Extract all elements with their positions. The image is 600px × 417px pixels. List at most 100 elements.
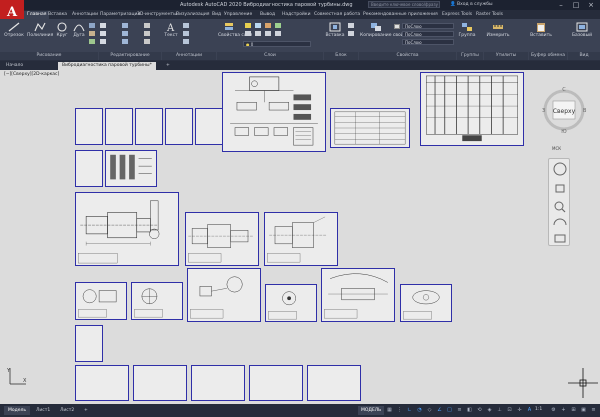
dynamic-ucs-icon[interactable]: ⊥: [496, 407, 503, 414]
base-view-button[interactable]: Базовый: [570, 22, 594, 38]
layout1-tab[interactable]: Лист1: [32, 406, 54, 415]
lineweight-dropdown[interactable]: ПоСлою: [402, 39, 454, 45]
rotate-icon[interactable]: [122, 23, 128, 28]
linetype-dropdown[interactable]: ПоСлою: [402, 31, 454, 37]
clean-screen-icon[interactable]: ▣: [580, 407, 587, 414]
array-icon[interactable]: [144, 39, 150, 44]
arc-button[interactable]: Дуга: [71, 22, 87, 38]
tab-parametric[interactable]: Параметризация: [100, 11, 140, 19]
drawing-sheet[interactable]: [249, 365, 303, 401]
search-input[interactable]: Введите ключевое слово/фразу: [368, 1, 440, 8]
drawing-sheet[interactable]: [75, 325, 103, 362]
panel-label-clipboard[interactable]: Буфер обмена: [529, 52, 567, 60]
move-icon[interactable]: [100, 23, 106, 28]
lineweight-icon[interactable]: ≡: [456, 407, 463, 414]
panel-label-annotation[interactable]: Аннотации: [162, 52, 216, 60]
tab-3d-tools[interactable]: 3D-инструменты: [137, 11, 177, 19]
steering-wheel-icon[interactable]: [553, 162, 567, 176]
customization-icon[interactable]: ≡: [590, 407, 597, 414]
tab-express-tools[interactable]: Express Tools: [442, 11, 472, 19]
model-tab[interactable]: Модель: [4, 406, 31, 415]
fillet-icon[interactable]: [144, 31, 150, 36]
panel-label-block[interactable]: Блок: [324, 52, 358, 60]
drawing-sheet[interactable]: [330, 108, 410, 148]
layer-on-icon[interactable]: [245, 23, 251, 28]
drawing-sheet[interactable]: [400, 284, 452, 322]
tab-addins[interactable]: Надстройки: [282, 11, 311, 19]
model-space-toggle[interactable]: МОДЕЛЬ: [358, 406, 385, 415]
text-button[interactable]: A Текст: [163, 22, 179, 38]
ortho-icon[interactable]: ∟: [406, 407, 413, 414]
panel-label-utilities[interactable]: Утилиты: [484, 52, 528, 60]
rectangle-icon[interactable]: [89, 23, 95, 28]
zoom-icon[interactable]: [554, 201, 564, 211]
hatch-icon[interactable]: [89, 31, 95, 36]
drawing-sheet[interactable]: [75, 282, 127, 320]
scale-icon[interactable]: [122, 39, 128, 44]
new-layout-tab[interactable]: +: [80, 406, 92, 415]
showmotion-icon[interactable]: [554, 234, 566, 243]
transparency-icon[interactable]: ◧: [466, 407, 473, 414]
tab-home[interactable]: Главная: [24, 11, 50, 19]
annotation-scale[interactable]: 1:1: [535, 407, 542, 412]
panel-label-properties[interactable]: Свойства: [359, 52, 456, 60]
layout2-tab[interactable]: Лист2: [56, 406, 78, 415]
start-tab[interactable]: Начало: [2, 62, 27, 70]
tab-featured-apps[interactable]: Рекомендованные приложения: [363, 11, 438, 19]
drawing-sheet[interactable]: [187, 268, 261, 322]
drawing-canvas[interactable]: [−][Сверху][2D-каркас] Сверху С Ю З В МС…: [0, 70, 600, 404]
snap-icon[interactable]: ⋮: [396, 407, 403, 414]
create-block-icon[interactable]: [348, 23, 354, 28]
panel-label-draw[interactable]: Рисование: [0, 52, 98, 60]
leader-icon[interactable]: [183, 31, 189, 36]
edit-block-icon[interactable]: [348, 31, 354, 36]
tab-output[interactable]: Вывод: [260, 11, 275, 19]
drawing-sheet[interactable]: [75, 108, 103, 145]
selection-filter-icon[interactable]: ⊡: [506, 407, 513, 414]
sign-in-link[interactable]: 👤 Вход в службы: [450, 2, 493, 7]
drawing-sheet[interactable]: [420, 72, 524, 146]
drawing-sheet[interactable]: [265, 284, 317, 322]
compass-south[interactable]: Ю: [561, 129, 567, 134]
panel-label-view[interactable]: Вид: [568, 52, 600, 60]
gizmo-icon[interactable]: ✛: [516, 407, 523, 414]
trim-icon[interactable]: [144, 23, 150, 28]
layer-freeze-icon[interactable]: [255, 23, 261, 28]
insert-block-button[interactable]: Вставка: [325, 22, 345, 38]
viewcube-face-label[interactable]: Сверху: [553, 108, 576, 115]
selection-cycling-icon[interactable]: ⟲: [476, 407, 483, 414]
maximize-button[interactable]: □: [569, 0, 583, 10]
drawing-sheet[interactable]: [195, 108, 223, 145]
compass-north[interactable]: С: [562, 87, 566, 93]
new-drawing-tab[interactable]: +: [162, 62, 174, 70]
panel-label-groups[interactable]: Группы: [457, 52, 483, 60]
measure-button[interactable]: Измерить: [485, 22, 511, 38]
isometric-icon[interactable]: ◇: [426, 407, 433, 414]
annotation-visibility-icon[interactable]: A: [526, 407, 533, 414]
circle-button[interactable]: Круг: [54, 22, 70, 38]
viewport-controls[interactable]: [−][Сверху][2D-каркас]: [4, 72, 59, 77]
layer-walk-icon[interactable]: [275, 31, 281, 36]
layer-match-icon[interactable]: [275, 23, 281, 28]
panel-label-layers[interactable]: Слои: [217, 52, 323, 60]
drawing-sheet[interactable]: [105, 150, 157, 187]
object-snap-tracking-icon[interactable]: ∠: [436, 407, 443, 414]
mirror-icon[interactable]: [122, 31, 128, 36]
tab-manage[interactable]: Управление: [224, 11, 252, 19]
layer-unisolate-icon[interactable]: [255, 31, 261, 36]
stretch-icon[interactable]: [100, 39, 106, 44]
layer-lock-icon[interactable]: [265, 23, 271, 28]
drawing-sheet[interactable]: [191, 365, 245, 401]
copy-icon[interactable]: [100, 31, 106, 36]
drawing-sheet[interactable]: [75, 150, 103, 187]
layer-properties-button[interactable]: Свойства слоя: [218, 22, 252, 38]
drawing-sheet[interactable]: [105, 108, 133, 145]
layer-previous-icon[interactable]: [265, 31, 271, 36]
ucs-menu[interactable]: МСК: [552, 146, 561, 151]
units-icon[interactable]: ⊞: [570, 407, 577, 414]
drawing-sheet[interactable]: [165, 108, 193, 145]
drawing-sheet[interactable]: [264, 212, 338, 266]
layer-dropdown[interactable]: ● 0: [243, 41, 311, 47]
tab-insert[interactable]: Вставка: [48, 11, 67, 19]
layer-isolate-icon[interactable]: [245, 31, 251, 36]
